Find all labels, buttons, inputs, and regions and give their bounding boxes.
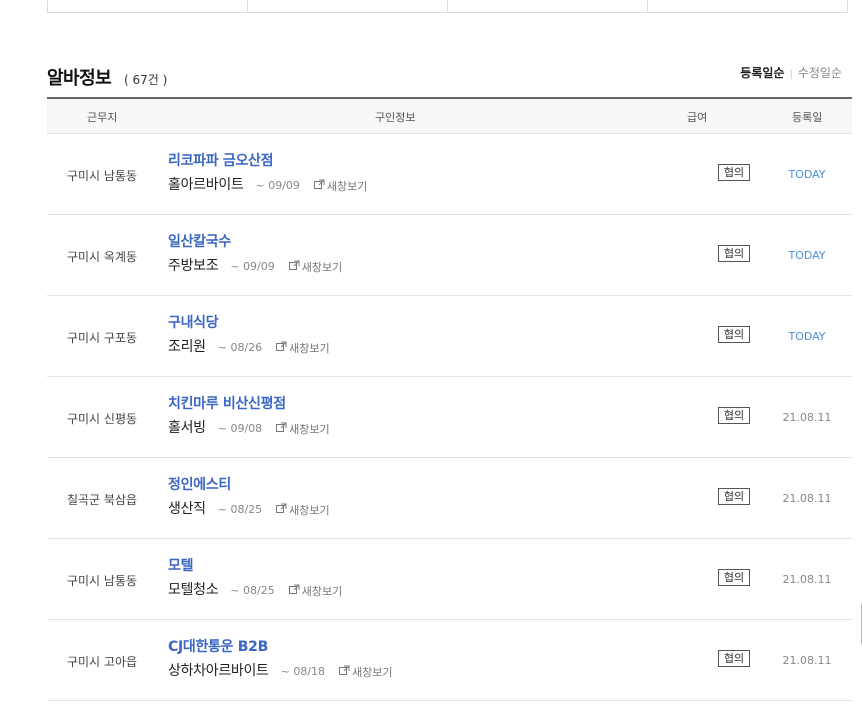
row-deadline: ~ 08/25	[217, 503, 263, 516]
external-link-icon	[276, 341, 289, 354]
previous-table-cell	[448, 0, 648, 12]
external-link-icon	[276, 503, 289, 516]
table-row[interactable]: 칠곡군 북삼읍 정인에스티생산직 ~ 08/25 새창보기 협의 21.08.11	[47, 458, 852, 539]
row-date: 21.08.11	[782, 573, 832, 586]
row-deadline: ~ 08/26	[217, 341, 263, 354]
table-body: 구미시 남통동 리코파파 금오산점 홀아르바이트 ~ 09/09 새창보기 협의 TODAY…	[47, 134, 852, 701]
sort-options: 등록일순 | 수정일순	[740, 64, 842, 81]
pay-badge: 협의	[718, 650, 750, 667]
external-link-icon	[288, 584, 302, 597]
table-row[interactable]: 구미시 남통동 모텔모텔청소 ~ 08/25 새창보기 협의 21.08.11	[47, 539, 852, 620]
new-window-link[interactable]: 새창보기	[288, 583, 343, 599]
column-header-info: 구인정보	[375, 111, 416, 124]
row-meta: 홀아르바이트 ~ 09/09 새창보기	[168, 174, 367, 194]
section-title: 알바정보	[47, 68, 112, 89]
new-window-link[interactable]: 새창보기	[276, 502, 330, 518]
previous-table-cell	[248, 0, 448, 12]
row-job-title[interactable]: 생산직	[168, 498, 206, 518]
row-deadline: ~ 08/18	[280, 665, 326, 678]
column-header-pay: 급여	[687, 111, 708, 124]
row-company-link[interactable]: 치킨마루 비산신평점	[168, 393, 286, 413]
row-location: 구미시 고아읍	[66, 655, 138, 669]
pay-badge: 협의	[718, 245, 750, 262]
table-row[interactable]: 구미시 고아읍 CJ대한통운 B2B 상하차아르바이트 ~ 08/18 새창보기 협의 21…	[47, 620, 852, 701]
row-job-title[interactable]: 조리원	[168, 336, 206, 356]
external-link-icon	[313, 179, 327, 192]
row-location: 구미시 옥계동	[66, 250, 138, 264]
table-row[interactable]: 구미시 구포동 구내식당조리원 ~ 08/26 새창보기 협의 TODAY	[47, 296, 852, 377]
new-window-link[interactable]: 새창보기	[288, 259, 343, 275]
row-location: 구미시 구포동	[66, 331, 138, 345]
row-deadline: ~ 08/25	[230, 584, 275, 597]
new-window-link[interactable]: 새창보기	[339, 664, 393, 680]
row-company-link[interactable]: 정인에스티	[168, 474, 231, 494]
row-deadline: ~ 09/09	[230, 260, 275, 273]
external-link-icon	[276, 422, 289, 435]
row-meta: 모텔청소 ~ 08/25 새창보기	[168, 579, 342, 599]
new-window-label: 새창보기	[289, 341, 330, 355]
column-header-location: 근무지	[87, 111, 118, 124]
new-window-link[interactable]: 새창보기	[276, 421, 330, 437]
row-location: 구미시 남통동	[66, 574, 138, 588]
sort-by-modified[interactable]: 수정일순	[798, 66, 842, 80]
row-date: TODAY	[788, 249, 826, 262]
new-window-label: 새창보기	[289, 503, 330, 517]
row-date: TODAY	[788, 168, 826, 181]
row-company-link[interactable]: CJ대한통운 B2B	[168, 636, 268, 656]
previous-table-bottom	[47, 0, 848, 13]
row-location: 구미시 남통동	[66, 169, 138, 183]
new-window-label: 새창보기	[326, 179, 368, 193]
new-window-label: 새창보기	[289, 422, 330, 436]
section-header: 알바정보 ( 67건 ) 등록일순 | 수정일순	[47, 60, 852, 96]
pay-badge: 협의	[718, 326, 750, 343]
table-row[interactable]: 구미시 남통동 리코파파 금오산점홀아르바이트 ~ 09/09 새창보기 협의 TODAY	[47, 134, 852, 215]
sort-by-registered[interactable]: 등록일순	[740, 66, 784, 80]
row-date: 21.08.11	[782, 411, 832, 424]
new-window-label: 새창보기	[352, 665, 393, 679]
row-company-link[interactable]: 리코파파 금오산점	[168, 150, 274, 170]
row-job-title[interactable]: 홀아르바이트	[168, 174, 244, 194]
previous-table-cell	[648, 0, 847, 12]
row-company-link[interactable]: 구내식당	[168, 312, 219, 332]
section-count: ( 67건 )	[124, 73, 168, 87]
row-meta: 주방보조 ~ 09/09 새창보기	[168, 255, 342, 275]
row-deadline: ~ 09/09	[255, 179, 300, 192]
external-link-icon	[339, 665, 352, 678]
table-row[interactable]: 구미시 옥계동 일산칼국수주방보조 ~ 09/09 새창보기 협의 TODAY	[47, 215, 852, 296]
job-table: 근무지 구인정보 급여 등록일 구미시 남통동 리코파파 금오산점홀아르바이트 ~ …	[47, 97, 852, 701]
pay-badge: 협의	[718, 407, 750, 424]
row-meta: 홀서빙 ~ 09/08 새창보기	[168, 417, 330, 437]
row-job-title[interactable]: 홀서빙	[168, 417, 206, 437]
row-company-link[interactable]: 모텔	[168, 555, 193, 575]
new-window-label: 새창보기	[301, 584, 343, 598]
new-window-label: 새창보기	[301, 260, 343, 274]
new-window-link[interactable]: 새창보기	[276, 340, 330, 356]
row-job-title[interactable]: 상하차아르바이트	[168, 660, 269, 680]
row-date: 21.08.11	[782, 654, 832, 667]
pay-badge: 협의	[718, 164, 750, 181]
row-location: 구미시 신평동	[66, 412, 138, 426]
new-window-link[interactable]: 새창보기	[313, 178, 368, 194]
previous-table-cell	[48, 0, 248, 12]
row-deadline: ~ 09/08	[217, 422, 263, 435]
row-meta: 생산직 ~ 08/25 새창보기	[168, 498, 330, 518]
column-header-date: 등록일	[792, 111, 823, 124]
table-row[interactable]: 구미시 신평동 치킨마루 비산신평점홀서빙 ~ 09/08 새창보기 협의 21.08.1…	[47, 377, 852, 458]
pay-badge: 협의	[718, 488, 750, 505]
row-meta: 상하차아르바이트 ~ 08/18 새창보기	[168, 660, 393, 680]
row-job-title[interactable]: 주방보조	[168, 255, 219, 275]
row-date: 21.08.11	[782, 492, 832, 505]
row-company-link[interactable]: 일산칼국수	[168, 231, 231, 251]
external-link-icon	[288, 260, 302, 273]
row-meta: 조리원 ~ 08/26 새창보기	[168, 336, 330, 356]
pay-badge: 협의	[718, 569, 750, 586]
table-header: 근무지 구인정보 급여 등록일	[47, 99, 852, 134]
row-date: TODAY	[788, 330, 826, 343]
row-job-title[interactable]: 모텔청소	[168, 579, 219, 599]
sort-divider: |	[789, 69, 793, 80]
row-location: 칠곡군 북삼읍	[66, 493, 138, 507]
